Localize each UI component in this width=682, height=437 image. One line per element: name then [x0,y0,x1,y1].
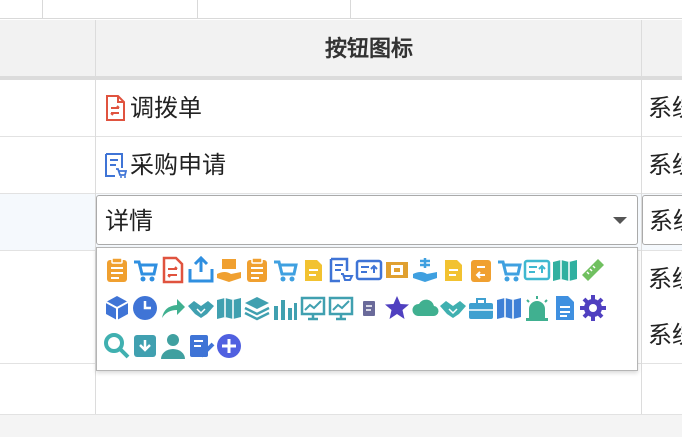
doc-yellow-icon[interactable] [299,256,327,284]
shopping-cart-icon[interactable] [131,256,159,284]
card-up-icon[interactable] [355,256,383,284]
select-value: 详情 [105,207,153,235]
row-label: 调拨单 [130,94,202,122]
system-field[interactable]: 系统 [642,195,682,245]
card-teal-icon[interactable] [523,256,551,284]
monitor-chart-icon[interactable] [327,294,355,322]
gear-icon[interactable] [579,294,607,322]
tab-1[interactable] [42,0,198,18]
hand-upload-icon[interactable] [215,256,243,284]
book-teal-icon[interactable] [551,256,579,284]
open-book-icon[interactable] [495,294,523,322]
clock-icon[interactable] [131,294,159,322]
bar-chart-icon[interactable] [271,294,299,322]
button-icon-select[interactable]: 详情 [96,195,638,245]
icon-row [103,332,243,360]
cart-card-icon[interactable] [271,256,299,284]
system-field-value: 系统 [649,207,682,235]
presentation-line-icon[interactable] [299,294,327,322]
file-blue-icon[interactable] [551,294,579,322]
layers-icon[interactable] [243,294,271,322]
transfer-doc-icon [103,95,127,121]
star-icon[interactable] [383,294,411,322]
tab-divider [350,0,352,18]
cube-icon[interactable] [103,294,131,322]
share-arrow-icon[interactable] [159,294,187,322]
row-system: 系统 [648,94,682,122]
hand-money-icon[interactable] [411,256,439,284]
icon-picker-dropdown[interactable] [96,247,638,371]
row-system: 系统 [648,265,682,293]
cloud-icon[interactable] [411,294,439,322]
return-yellow-icon[interactable] [467,256,495,284]
archive-download-icon[interactable] [131,332,159,360]
add-circle-icon[interactable] [215,332,243,360]
small-doc-icon[interactable] [355,294,383,322]
upload-tray-icon[interactable] [187,256,215,284]
grid-footer [0,414,682,437]
chevron-down-icon[interactable] [613,217,627,224]
icon-row [103,256,607,284]
purchase-request-icon[interactable] [327,256,355,284]
note-edit-icon[interactable] [187,332,215,360]
table-row[interactable]: 采购申请 系统 [0,137,682,194]
doc-edit-yellow-icon[interactable] [439,256,467,284]
ruler-pencil-icon[interactable] [579,256,607,284]
map-icon[interactable] [215,294,243,322]
film-card-icon[interactable] [383,256,411,284]
row-label: 采购申请 [130,151,226,179]
table-row-empty [0,364,682,414]
briefcase-icon[interactable] [467,294,495,322]
icon-row [103,294,607,322]
row-system: 系统 [648,321,682,349]
transfer-doc-icon[interactable] [159,256,187,284]
handshake-icon[interactable] [187,294,215,322]
alarm-icon[interactable] [523,294,551,322]
clipboard-return-icon[interactable] [243,256,271,284]
top-tab-bar [0,0,682,19]
row-system: 系统 [648,151,682,179]
handshake-teal-icon[interactable] [439,294,467,322]
table-row[interactable]: 调拨单 系统 [0,80,682,137]
purchase-request-icon [103,152,128,178]
search-icon[interactable] [103,332,131,360]
clipboard-list-icon[interactable] [103,256,131,284]
user-icon[interactable] [159,332,187,360]
column-header-button-icon[interactable]: 按钮图标 [96,20,642,76]
tab-2[interactable] [197,0,351,18]
cart-small-icon[interactable] [495,256,523,284]
